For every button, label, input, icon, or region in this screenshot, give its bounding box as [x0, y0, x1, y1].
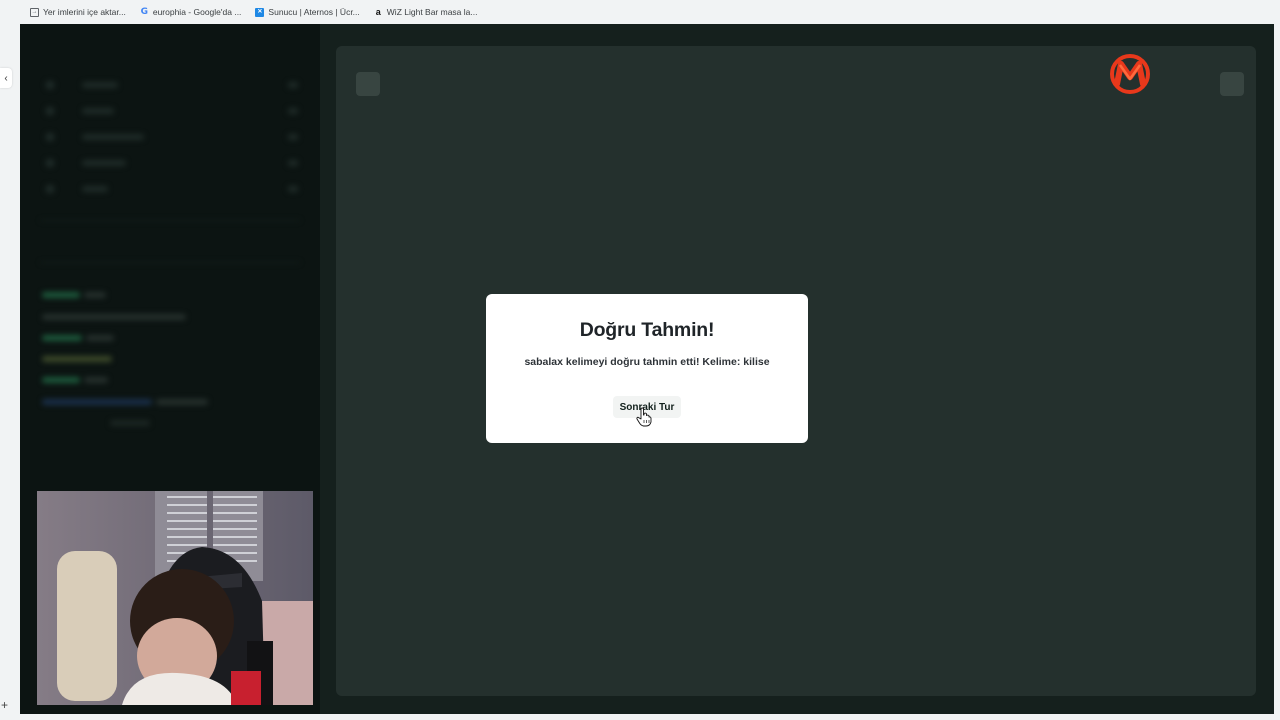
- aternos-icon: ✕: [255, 7, 265, 17]
- hand-cursor-icon: [636, 407, 652, 427]
- menu-icon: [356, 72, 380, 96]
- collapse-panel-button[interactable]: ‹: [0, 68, 12, 88]
- dialog-title: Doğru Tahmin!: [579, 319, 715, 341]
- sidebar-item: [46, 132, 298, 142]
- sidebar-item: [46, 80, 298, 90]
- bookmark-label: europhia - Google'da ...: [152, 7, 242, 17]
- chevron-left-icon: ‹: [4, 72, 8, 84]
- divider: [40, 220, 300, 221]
- webcam-overlay: [37, 491, 313, 705]
- chat-line: [42, 292, 80, 298]
- chat-line: [42, 356, 112, 362]
- bookmark-europhia[interactable]: G europhia - Google'da ...: [138, 5, 244, 19]
- add-icon[interactable]: +: [1, 698, 8, 712]
- chat-line: [84, 292, 106, 298]
- sidebar-item: [46, 184, 298, 194]
- bookmark-aternos[interactable]: ✕ Sunucu | Aternos | Ücr...: [253, 5, 361, 19]
- chat-line: [42, 377, 80, 383]
- bookmark-label: WiZ Light Bar masa la...: [386, 7, 478, 17]
- sidebar-item: [46, 158, 298, 168]
- chat-line: [42, 314, 186, 320]
- chat-line: [156, 399, 208, 405]
- bookmark-label: Sunucu | Aternos | Ücr...: [268, 7, 360, 17]
- settings-icon: [1220, 72, 1244, 96]
- chat-line: [42, 335, 82, 341]
- brand-logo-icon: [1110, 54, 1150, 94]
- chat-line: [86, 335, 114, 341]
- bookmark-label: Yer imlerini içe aktar...: [43, 7, 126, 17]
- webcam-image: [37, 491, 313, 705]
- bookmark-wiz[interactable]: a WiZ Light Bar masa la...: [372, 5, 480, 19]
- bookmarks-bar: → Yer imlerini içe aktar... G europhia -…: [0, 0, 1280, 24]
- page-viewport: Doğru Tahmin! sabalax kelimeyi doğru tah…: [20, 24, 1274, 714]
- google-icon: G: [140, 6, 149, 17]
- correct-guess-dialog: Doğru Tahmin! sabalax kelimeyi doğru tah…: [486, 294, 808, 443]
- sidebar-item: [46, 106, 298, 116]
- import-icon: →: [30, 7, 39, 17]
- dialog-message: sabalax kelimeyi doğru tahmin etti! Keli…: [524, 356, 770, 368]
- amazon-icon: a: [375, 6, 381, 17]
- chat-line: [110, 420, 150, 426]
- bookmark-import[interactable]: → Yer imlerini içe aktar...: [28, 5, 128, 19]
- chat-line: [84, 377, 108, 383]
- chat-line: [42, 399, 152, 405]
- divider: [40, 262, 300, 263]
